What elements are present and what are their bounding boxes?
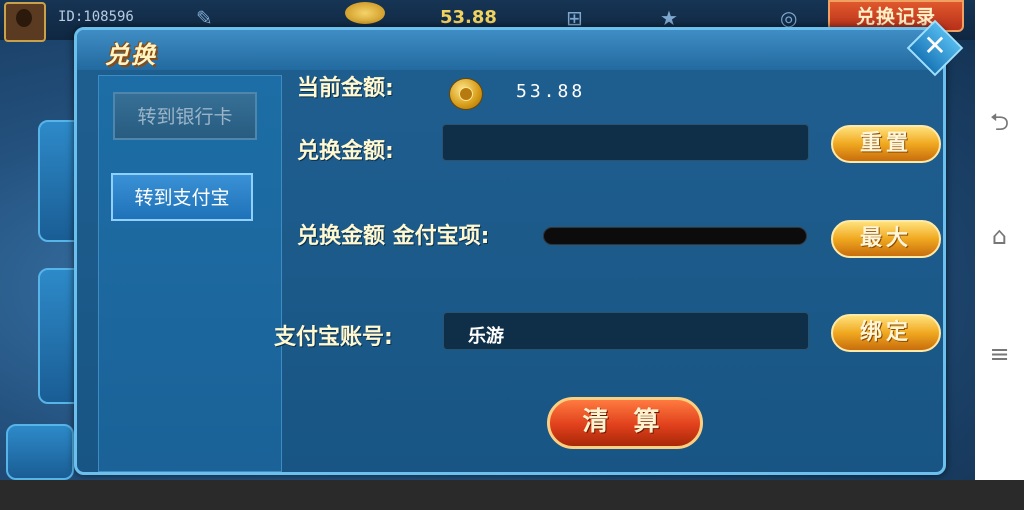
gold-coin-icon [449,78,483,110]
close-icon[interactable]: ✕ [922,30,948,62]
header-balance: 53.88 [440,7,497,28]
back-icon[interactable]: ⮌ [975,105,1024,146]
game-screen: ID:108596 ✎ 53.88 ⊞ ★ ◎ 兑换记录 兑换 转到银行卡 转到… [0,0,975,480]
tab-alipay[interactable]: 转到支付宝 [111,173,253,221]
user-id: ID:108596 [58,9,134,25]
exchange-dialog: 兑换 转到银行卡 转到支付宝 当前金额: 53.88 兑换金额: 重置 兑换金额… [74,27,946,475]
exchange-amount-input[interactable] [442,124,809,161]
bottom-strip [0,480,1024,510]
tab-bank-card[interactable]: 转到银行卡 [113,92,257,140]
safe-box-button[interactable] [6,424,74,480]
alipay-account-input[interactable]: 乐游 [443,312,809,350]
alipay-account-text: 乐游 [468,326,504,347]
menu-icon[interactable]: ≡ [975,340,1024,368]
exchange-amount-slider[interactable] [543,227,807,245]
gold-coin-icon [345,2,385,24]
dialog-title: 兑换 [105,41,157,69]
android-nav-bar: ⮌ ⌂ ≡ [975,0,1024,480]
home-icon[interactable]: ⌂ [975,222,1024,250]
alipay-account-label: 支付宝账号: [274,325,393,350]
reset-button[interactable]: 重置 [831,125,941,163]
exchange-amount-label: 兑换金额: [297,139,394,164]
settle-button[interactable]: 清 算 [547,397,703,449]
max-button[interactable]: 最大 [831,220,941,258]
slider-label: 兑换金额 金付宝项: [297,224,490,249]
avatar[interactable] [4,2,46,42]
current-amount-value: 53.88 [516,81,586,102]
dialog-header [77,30,943,70]
bind-button[interactable]: 绑定 [831,314,941,352]
current-amount-label: 当前金额: [297,76,394,101]
